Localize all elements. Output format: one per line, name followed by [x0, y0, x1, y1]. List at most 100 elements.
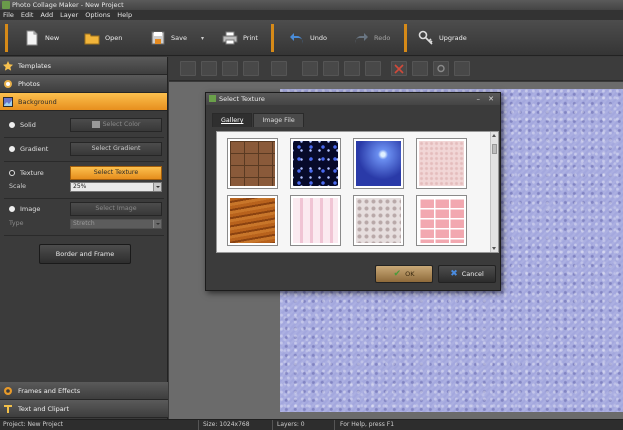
image-radio-dot — [9, 206, 15, 212]
dialog-app-icon — [209, 95, 216, 102]
upgrade-button[interactable]: Upgrade — [418, 24, 467, 52]
select-gradient-button[interactable]: Select Gradient — [70, 142, 162, 156]
chevron-down-icon[interactable] — [153, 220, 161, 228]
background-label: Background — [18, 97, 57, 106]
texture-radio[interactable]: Texture — [9, 169, 44, 177]
solid-row: Solid Select Color — [0, 117, 168, 135]
flip-vertical-icon[interactable] — [323, 61, 339, 76]
texture-thumb-brick[interactable] — [227, 138, 278, 189]
chevron-down-icon[interactable] — [153, 183, 161, 191]
crop-icon[interactable] — [412, 61, 428, 76]
gradient-row: Gradient Select Gradient — [0, 141, 168, 159]
redo-button-label: Redo — [374, 34, 391, 42]
scale-combo[interactable]: 25% — [70, 182, 162, 192]
scroll-down-icon[interactable] — [492, 247, 496, 250]
texture-radio-dot — [9, 170, 15, 176]
toolbar-separator — [5, 24, 8, 52]
save-dropdown-icon[interactable]: ▾ — [201, 35, 204, 42]
texture-thumb-wood[interactable] — [227, 195, 278, 246]
texture-label: Texture — [20, 169, 44, 177]
texture-thumb-pink-stripes[interactable] — [290, 195, 341, 246]
ok-button[interactable]: ✔ OK — [375, 265, 433, 283]
dialog-title: Select Texture — [219, 95, 265, 103]
menu-file[interactable]: File — [3, 10, 14, 20]
check-icon: ✔ — [393, 269, 402, 279]
text-icon — [4, 404, 12, 413]
select-texture-button[interactable]: Select Texture — [70, 166, 162, 180]
open-button[interactable]: Open — [84, 24, 122, 52]
bring-forward-icon[interactable] — [201, 61, 217, 76]
save-button[interactable]: Save ▾ — [150, 24, 204, 52]
texture-thumb-blue-star-burst[interactable] — [353, 138, 404, 189]
texture-thumb-lace[interactable] — [353, 195, 404, 246]
gradient-radio[interactable]: Gradient — [9, 145, 48, 153]
star-icon — [3, 60, 13, 71]
scroll-thumb[interactable] — [492, 144, 497, 154]
align-icon[interactable] — [271, 61, 287, 76]
menu-add[interactable]: Add — [40, 10, 53, 20]
flip-left-icon[interactable] — [302, 61, 318, 76]
bring-to-front-icon[interactable] — [180, 61, 196, 76]
settings-icon[interactable] — [433, 61, 449, 76]
menu-help[interactable]: Help — [117, 10, 132, 20]
divider — [4, 198, 164, 199]
type-label: Type — [9, 220, 24, 227]
dialog-title-bar: Select Texture – ✕ — [206, 93, 500, 105]
lock-icon[interactable] — [454, 61, 470, 76]
templates-section-header[interactable]: Templates — [0, 57, 167, 75]
delete-icon[interactable] — [391, 61, 407, 76]
status-separator — [272, 420, 273, 430]
flip-horizontal-icon[interactable] — [344, 61, 360, 76]
texture-thumb-blue-stars[interactable] — [290, 138, 341, 189]
title-bar: Photo Collage Maker - New Project — [0, 0, 623, 10]
dialog-tabs: Gallery Image File — [212, 113, 305, 127]
frames-effects-section-header[interactable]: Frames and Effects — [0, 382, 168, 400]
divider — [4, 161, 164, 162]
close-icon[interactable]: ✕ — [488, 93, 494, 105]
cancel-label: Cancel — [461, 270, 484, 278]
window-title: Photo Collage Maker - New Project — [12, 1, 124, 9]
frames-effects-label: Frames and Effects — [18, 386, 81, 395]
rotate-icon[interactable] — [365, 61, 381, 76]
printer-icon — [222, 31, 238, 45]
type-combo[interactable]: Stretch — [70, 219, 162, 229]
texture-thumb-pink-brick[interactable] — [416, 195, 467, 246]
type-value: Stretch — [73, 220, 95, 227]
solid-radio[interactable]: Solid — [9, 121, 36, 129]
texture-thumb-pink-marble[interactable] — [416, 138, 467, 189]
send-to-back-icon[interactable] — [243, 61, 259, 76]
undo-button[interactable]: Undo — [289, 24, 327, 52]
gallery-scrollbar[interactable] — [490, 132, 498, 252]
redo-button[interactable]: Redo — [353, 24, 390, 52]
border-and-frame-button[interactable]: Border and Frame — [39, 244, 131, 264]
status-help: For Help, press F1 — [340, 421, 395, 428]
tab-gallery[interactable]: Gallery — [212, 113, 253, 127]
select-image-button[interactable]: Select Image — [70, 202, 162, 216]
photos-section-header[interactable]: Photos — [0, 75, 167, 93]
menu-options[interactable]: Options — [85, 10, 110, 20]
minimize-icon[interactable]: – — [477, 93, 481, 105]
editor-toolbar — [169, 57, 623, 81]
send-backward-icon[interactable] — [222, 61, 238, 76]
print-button[interactable]: Print — [222, 24, 258, 52]
background-section-header[interactable]: Background — [0, 93, 167, 111]
status-separator — [334, 420, 335, 430]
scroll-up-icon[interactable] — [492, 134, 496, 137]
select-color-button[interactable]: Select Color — [70, 118, 162, 132]
menu-layer[interactable]: Layer — [60, 10, 78, 20]
app-icon — [2, 1, 10, 9]
print-button-label: Print — [243, 34, 258, 42]
image-row: Image Select Image — [0, 201, 168, 219]
menu-edit[interactable]: Edit — [21, 10, 34, 20]
tab-image-file[interactable]: Image File — [253, 113, 304, 127]
image-radio[interactable]: Image — [9, 205, 40, 213]
status-bar: Project: New Project Size: 1024x768 Laye… — [0, 419, 623, 430]
text-clipart-section-header[interactable]: Text and Clipart — [0, 400, 168, 418]
background-icon — [3, 96, 13, 107]
cancel-button[interactable]: ✖ Cancel — [438, 265, 496, 283]
solid-label: Solid — [20, 121, 36, 129]
ok-label: OK — [405, 270, 415, 278]
texture-gallery — [216, 131, 499, 253]
new-button[interactable]: New — [24, 24, 59, 52]
menu-bar: File Edit Add Layer Options Help — [0, 10, 623, 20]
